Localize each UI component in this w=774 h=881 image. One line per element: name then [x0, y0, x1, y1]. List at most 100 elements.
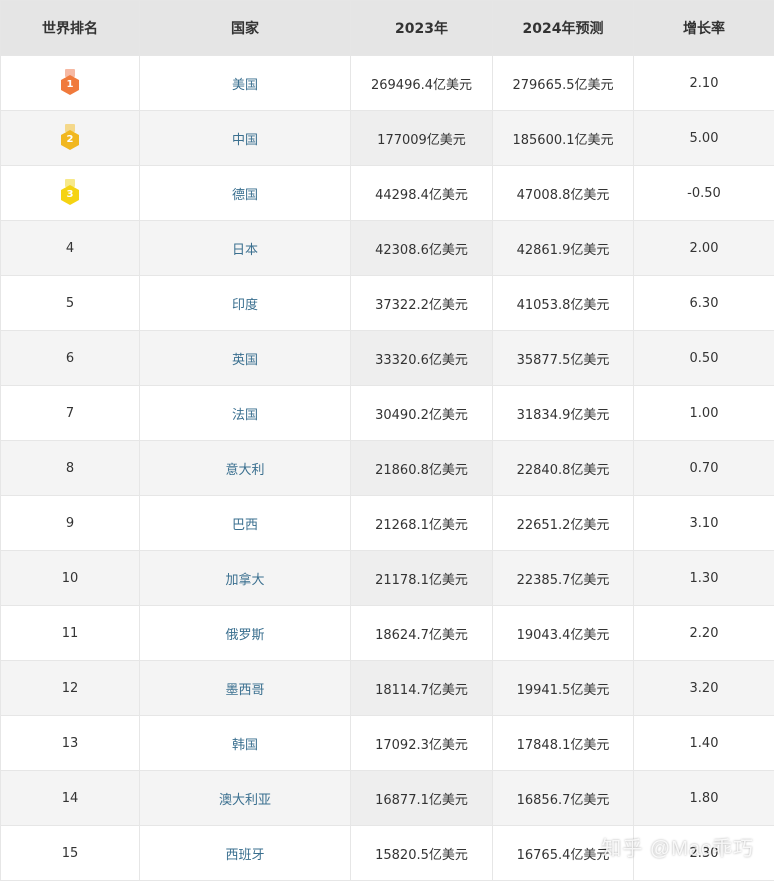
country-link[interactable]: 俄罗斯	[225, 628, 264, 643]
gdp-2024-forecast-cell: 22385.7亿美元	[493, 551, 634, 606]
rank-cell: 15	[1, 826, 140, 881]
country-cell: 日本	[140, 221, 351, 276]
gdp-2023-cell: 44298.4亿美元	[351, 166, 493, 221]
country-cell: 英国	[140, 331, 351, 386]
country-link[interactable]: 英国	[232, 353, 258, 368]
rank-cell: 13	[1, 716, 140, 771]
table-row: 1 美国 269496.4亿美元279665.5亿美元2.10	[1, 56, 774, 111]
rank-cell: 7	[1, 386, 140, 441]
gdp-2024-forecast-cell: 35877.5亿美元	[493, 331, 634, 386]
table-body: 1 美国 269496.4亿美元279665.5亿美元2.10 2 中国 177009亿美…	[1, 56, 774, 881]
growth-rate-cell: 3.10	[634, 496, 774, 551]
rank-cell: 8	[1, 441, 140, 496]
rank-number: 14	[62, 791, 79, 806]
rank-cell: 5	[1, 276, 140, 331]
growth-rate-cell: 2.00	[634, 221, 774, 276]
country-cell: 澳大利亚	[140, 771, 351, 826]
country-link[interactable]: 墨西哥	[225, 683, 264, 698]
country-link[interactable]: 美国	[232, 78, 258, 93]
gdp-2023-cell: 15820.5亿美元	[351, 826, 493, 881]
growth-rate-cell: 2.10	[634, 56, 774, 111]
growth-rate-cell: -0.50	[634, 166, 774, 221]
gdp-2023-cell: 21268.1亿美元	[351, 496, 493, 551]
rank-cell: 12	[1, 661, 140, 716]
rank-number: 10	[62, 571, 79, 586]
table-row: 9 巴西 21268.1亿美元22651.2亿美元3.10	[1, 496, 774, 551]
header-2023[interactable]: 2023年	[351, 1, 493, 56]
country-cell: 中国	[140, 111, 351, 166]
country-cell: 墨西哥	[140, 661, 351, 716]
country-link[interactable]: 日本	[232, 243, 258, 258]
rank-number: 15	[62, 846, 79, 861]
rank-cell: 11	[1, 606, 140, 661]
rank-cell: 9	[1, 496, 140, 551]
table-row: 11俄罗斯18624.7亿美元19043.4亿美元2.20	[1, 606, 774, 661]
growth-rate-cell: 0.70	[634, 441, 774, 496]
table-row: 15西班牙15820.5亿美元16765.4亿美元2.30	[1, 826, 774, 881]
table-row: 3德国44298.4亿美元47008.8亿美元-0.50	[1, 166, 774, 221]
gdp-ranking-table: 世界排名 国家 2023年 2024年预测 增长率 1 美国 269496.4亿美元…	[0, 0, 774, 881]
gdp-2024-forecast-cell: 41053.8亿美元	[493, 276, 634, 331]
country-cell: 美国	[140, 56, 351, 111]
country-cell: 印度	[140, 276, 351, 331]
gdp-2023-cell: 269496.4亿美元	[351, 56, 493, 111]
rank-cell: 1	[1, 56, 140, 111]
country-link[interactable]: 巴西	[232, 518, 258, 533]
gdp-2024-forecast-cell: 42861.9亿美元	[493, 221, 634, 276]
gdp-2024-forecast-cell: 19043.4亿美元	[493, 606, 634, 661]
gdp-2023-cell: 177009亿美元	[351, 111, 493, 166]
rank-number: 11	[62, 626, 79, 641]
country-link[interactable]: 意大利	[225, 463, 264, 478]
medal-icon: 1	[61, 69, 79, 97]
growth-rate-cell: 0.50	[634, 331, 774, 386]
country-link[interactable]: 澳大利亚	[219, 793, 271, 808]
country-cell: 加拿大	[140, 551, 351, 606]
country-link[interactable]: 法国	[232, 408, 258, 423]
rank-number: 7	[66, 406, 74, 421]
gdp-2024-forecast-cell: 17848.1亿美元	[493, 716, 634, 771]
table-row: 12墨西哥18114.7亿美元19941.5亿美元3.20	[1, 661, 774, 716]
gdp-2024-forecast-cell: 19941.5亿美元	[493, 661, 634, 716]
header-country[interactable]: 国家	[140, 1, 351, 56]
table-header-row: 世界排名 国家 2023年 2024年预测 增长率	[1, 1, 774, 56]
rank-cell: 14	[1, 771, 140, 826]
growth-rate-cell: 1.40	[634, 716, 774, 771]
country-link[interactable]: 德国	[232, 188, 258, 203]
header-2024-forecast[interactable]: 2024年预测	[493, 1, 634, 56]
gdp-2023-cell: 37322.2亿美元	[351, 276, 493, 331]
gdp-2023-cell: 42308.6亿美元	[351, 221, 493, 276]
gdp-2024-forecast-cell: 22651.2亿美元	[493, 496, 634, 551]
country-link[interactable]: 印度	[232, 298, 258, 313]
gdp-2024-forecast-cell: 16856.7亿美元	[493, 771, 634, 826]
gdp-2023-cell: 16877.1亿美元	[351, 771, 493, 826]
gdp-2024-forecast-cell: 185600.1亿美元	[493, 111, 634, 166]
gdp-2024-forecast-cell: 22840.8亿美元	[493, 441, 634, 496]
growth-rate-cell: 1.80	[634, 771, 774, 826]
country-link[interactable]: 韩国	[232, 738, 258, 753]
country-link[interactable]: 西班牙	[225, 848, 264, 863]
gdp-2023-cell: 33320.6亿美元	[351, 331, 493, 386]
gdp-2024-forecast-cell: 279665.5亿美元	[493, 56, 634, 111]
country-cell: 德国	[140, 166, 351, 221]
table-row: 7法国30490.2亿美元31834.9亿美元1.00	[1, 386, 774, 441]
country-cell: 意大利	[140, 441, 351, 496]
country-link[interactable]: 中国	[232, 133, 258, 148]
gdp-2023-cell: 21178.1亿美元	[351, 551, 493, 606]
country-link[interactable]: 加拿大	[225, 573, 264, 588]
country-cell: 西班牙	[140, 826, 351, 881]
header-growth-rate[interactable]: 增长率	[634, 1, 774, 56]
gdp-2023-cell: 17092.3亿美元	[351, 716, 493, 771]
growth-rate-cell: 5.00	[634, 111, 774, 166]
growth-rate-cell: 2.30	[634, 826, 774, 881]
table-row: 14 澳大利亚 16877.1亿美元16856.7亿美元1.80	[1, 771, 774, 826]
gdp-2024-forecast-cell: 31834.9亿美元	[493, 386, 634, 441]
table-row: 13 韩国 17092.3亿美元17848.1亿美元1.40	[1, 716, 774, 771]
rank-cell: 4	[1, 221, 140, 276]
table-row: 4 日本 42308.6亿美元42861.9亿美元2.00	[1, 221, 774, 276]
rank-cell: 2	[1, 111, 140, 166]
rank-number: 4	[66, 241, 74, 256]
table-row: 6英国33320.6亿美元35877.5亿美元0.50	[1, 331, 774, 386]
gdp-2023-cell: 21860.8亿美元	[351, 441, 493, 496]
header-rank[interactable]: 世界排名	[1, 1, 140, 56]
medal-icon: 3	[61, 179, 79, 207]
